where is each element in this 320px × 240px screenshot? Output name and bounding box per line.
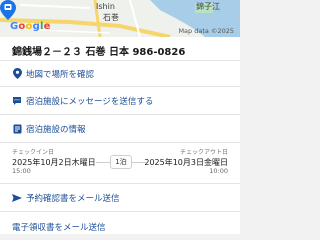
view-on-map-link[interactable]: 地図で場所を確認 — [0, 61, 240, 86]
action-label: 地図で場所を確認 — [26, 69, 95, 80]
divider — [0, 211, 240, 212]
document-icon — [12, 123, 22, 135]
checkin-caption: チェックイン日 — [12, 149, 55, 156]
divider — [0, 183, 240, 184]
map-place-label: 錦子江 — [196, 2, 220, 11]
google-logo: Google — [10, 21, 51, 32]
checkin-time: 15:00 — [12, 167, 31, 175]
divider — [0, 142, 240, 143]
stay-dates: チェックイン日 2025年10月2日木曜日 15:00 1泊 チェックアウト日 … — [0, 145, 240, 181]
property-address: 錦銭場２－２３ 石巻 日本 986-0826 — [12, 47, 186, 58]
checkout-caption: チェックアウト日 — [179, 149, 228, 156]
checkout-time: 10:00 — [209, 167, 228, 175]
chat-bubble-icon — [12, 95, 22, 107]
action-label: 宿泊施設にメッセージを送信する — [26, 96, 154, 107]
divider — [96, 162, 110, 163]
map-place-label: Ishin — [96, 2, 115, 11]
email-receipt-link[interactable]: 電子領収書をメール送信 — [0, 214, 240, 239]
map-preview[interactable]: Google Ishin 石巻 錦子江 Map data ©2025 — [0, 0, 240, 37]
action-label: 予約確認書をメール送信 — [26, 193, 120, 204]
map-pin-icon — [0, 0, 16, 20]
location-pin-icon — [12, 68, 22, 80]
action-label: 電子領収書をメール送信 — [12, 222, 106, 233]
map-copyright: Map data ©2025 — [178, 27, 234, 35]
map-place-label: 石巻 — [103, 13, 119, 22]
property-info-link[interactable]: 宿泊施設の情報 — [0, 116, 240, 141]
message-property-link[interactable]: 宿泊施設にメッセージを送信する — [0, 88, 240, 113]
property-card: 錦銭場２－２３ 石巻 日本 986-0826 地図で場所を確認 宿泊施設にメッセ… — [0, 37, 240, 234]
divider — [0, 86, 240, 87]
email-confirmation-link[interactable]: 予約確認書をメール送信 — [0, 185, 240, 210]
action-label: 宿泊施設の情報 — [26, 124, 86, 135]
send-icon — [12, 192, 22, 204]
nights-badge: 1泊 — [110, 155, 132, 169]
divider — [0, 114, 240, 115]
